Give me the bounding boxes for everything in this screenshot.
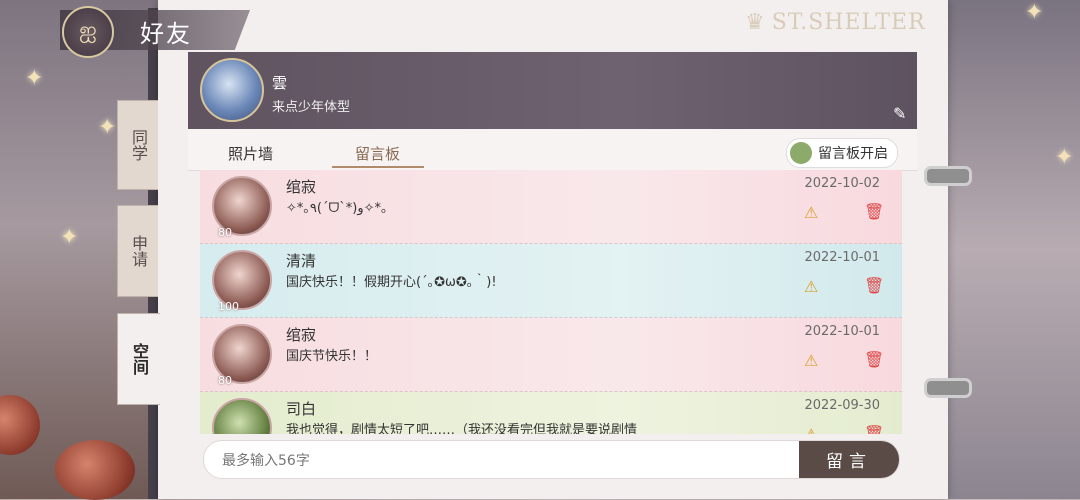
sparkle-decoration: ✦ bbox=[98, 115, 117, 140]
trash-icon[interactable]: 🗑 bbox=[864, 424, 884, 434]
active-tab-indicator bbox=[332, 166, 424, 168]
toggle-knob bbox=[790, 142, 812, 164]
brand-logo: ♛ ST.SHELTER bbox=[745, 10, 926, 35]
message-date: 2022-10-01 bbox=[804, 250, 880, 265]
crest-icon: ♛ bbox=[745, 10, 766, 35]
message-text: 国庆快乐！！假期开心(´｡✪ω✪｡｀)! bbox=[286, 275, 497, 290]
list-item: 100 清清 国庆快乐！！假期开心(´｡✪ω✪｡｀)! 2022-10-01 ⚠… bbox=[200, 244, 902, 318]
rose-decoration bbox=[55, 440, 135, 500]
sparkle-decoration: ✦ bbox=[25, 66, 44, 91]
profile-name: 雲 bbox=[272, 74, 288, 92]
level-badge: 100 bbox=[218, 300, 239, 313]
list-item: 80 绾寂 国庆节快乐！！ 2022-10-01 ⚠ 🗑 bbox=[200, 318, 902, 392]
message-text: 国庆节快乐！！ bbox=[286, 349, 378, 364]
message-author: 绾寂 bbox=[286, 178, 317, 196]
message-composer: 留言 bbox=[203, 440, 900, 479]
trash-icon[interactable]: 🗑 bbox=[864, 350, 884, 369]
message-board-toggle[interactable]: 留言板开启 bbox=[786, 138, 898, 168]
message-list[interactable]: 80 绾寂 ✧*｡٩(ˊᗜˋ*)و✧*｡ 2022-10-02 ⚠ 🗑 100 … bbox=[200, 170, 902, 434]
message-author: 清清 bbox=[286, 252, 317, 270]
side-tab-label: 同学 bbox=[129, 129, 148, 161]
message-input[interactable] bbox=[220, 441, 794, 478]
warning-icon[interactable]: ⚠ bbox=[804, 203, 818, 222]
side-tab-label: 申请 bbox=[129, 235, 148, 267]
message-author: 绾寂 bbox=[286, 326, 317, 344]
message-date: 2022-09-30 bbox=[804, 398, 880, 413]
level-badge: 80 bbox=[218, 226, 232, 239]
side-tab-label: 空间 bbox=[130, 343, 149, 375]
message-date: 2022-10-02 bbox=[804, 176, 880, 191]
page-title: 好友 bbox=[140, 20, 192, 48]
message-date: 2022-10-01 bbox=[804, 324, 880, 339]
side-tab-classmates[interactable]: 同学 bbox=[117, 100, 158, 190]
tab-photo-wall[interactable]: 照片墙 bbox=[228, 143, 273, 164]
avatar[interactable] bbox=[200, 58, 264, 122]
profile-header bbox=[188, 52, 917, 129]
message-text: ✧*｡٩(ˊᗜˋ*)و✧*｡ bbox=[286, 201, 388, 216]
toggle-label: 留言板开启 bbox=[818, 146, 888, 162]
tab-message-board[interactable]: 留言板 bbox=[355, 143, 400, 164]
sparkle-decoration: ✦ bbox=[1055, 145, 1074, 170]
level-badge: 80 bbox=[218, 374, 232, 387]
sparkle-decoration: ✦ bbox=[60, 225, 79, 250]
list-item: 司白 我也觉得，剧情太短了吧……（我还没看完但我就是要说剧情 2022-09-3… bbox=[200, 392, 902, 434]
trash-icon[interactable]: 🗑 bbox=[864, 276, 884, 295]
trash-icon[interactable]: 🗑 bbox=[864, 202, 884, 221]
brand-text: ST.SHELTER bbox=[771, 10, 926, 35]
message-text: 我也觉得，剧情太短了吧……（我还没看完但我就是要说剧情 bbox=[286, 423, 638, 434]
binder-ring bbox=[924, 378, 972, 398]
side-tab-requests[interactable]: 申请 bbox=[117, 205, 158, 297]
butterfly-icon: ஐ bbox=[62, 6, 114, 58]
send-message-button[interactable]: 留言 bbox=[799, 441, 899, 478]
list-item: 80 绾寂 ✧*｡٩(ˊᗜˋ*)و✧*｡ 2022-10-02 ⚠ 🗑 bbox=[200, 170, 902, 244]
warning-icon[interactable]: ⚠ bbox=[804, 351, 818, 370]
side-tab-space[interactable]: 空间 bbox=[117, 313, 160, 405]
edit-icon[interactable]: ✎ bbox=[893, 104, 911, 123]
warning-icon[interactable]: ⚠ bbox=[804, 277, 818, 296]
warning-icon[interactable]: ⚠ bbox=[804, 425, 818, 434]
sparkle-decoration: ✦ bbox=[1025, 0, 1044, 25]
binder-ring bbox=[924, 166, 972, 186]
avatar[interactable] bbox=[212, 398, 272, 434]
profile-signature: 来点少年体型 bbox=[272, 100, 351, 115]
message-author: 司白 bbox=[286, 400, 317, 418]
